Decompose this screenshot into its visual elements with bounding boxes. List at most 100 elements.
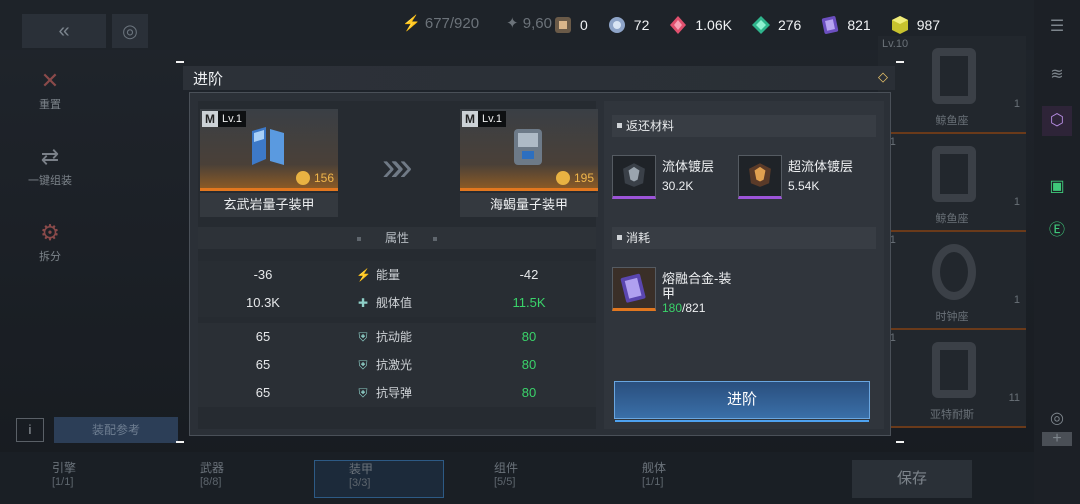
resource-crystal-value: 72: [633, 17, 650, 33]
attribute-current: -36: [253, 267, 273, 282]
menu-icon[interactable]: ☰: [1042, 12, 1072, 42]
section-marker: [617, 123, 622, 128]
current-item-card: 156 M Lv.1 玄武岩量子装甲: [200, 109, 338, 219]
resource-bar: 0 72 1.06K 276 821 987: [552, 10, 958, 40]
attribute-row: 65 ⛨ 抗导弹 80: [198, 379, 596, 407]
assembly-reference-button[interactable]: 装配参考: [54, 417, 178, 443]
attribute-new: 80: [521, 329, 537, 344]
attributes-header-label: 属性: [384, 231, 409, 245]
reset-label: 重置: [39, 99, 61, 111]
power-coin-icon: [555, 171, 570, 185]
corner-mark: [896, 441, 904, 443]
cost-material-item[interactable]: 熔融合金-装甲 180/821: [612, 267, 752, 315]
material-amount: 30.2K: [662, 179, 694, 193]
header-dot: [356, 236, 361, 241]
material-name: 超流体镀层: [788, 159, 854, 174]
level-badge: Lv.1: [218, 111, 246, 127]
hex-icon[interactable]: ⬡: [1042, 106, 1072, 136]
green-badge-icon[interactable]: ▣: [1042, 172, 1072, 202]
rarity-badge: M: [202, 111, 218, 127]
resource-crystal: 72: [606, 14, 650, 36]
materials-panel: 返还材料 流体镀层 30.2K 超流体镀层 5.54K 消耗 熔融合金-装甲 1…: [604, 101, 884, 429]
attributes-header: 属性: [198, 227, 596, 249]
cost-title: 消耗: [626, 231, 651, 245]
return-material-item[interactable]: 超流体镀层 5.54K: [738, 155, 862, 203]
return-materials-title: 返还材料: [626, 119, 675, 133]
laser-resist-icon: ⛨: [358, 358, 368, 372]
help-icon[interactable]: ◇: [875, 69, 891, 85]
attribute-name-text: 舰体值: [376, 296, 413, 310]
tab-component-count: [5/5]: [494, 476, 516, 488]
attribute-name: ⛨ 抗导弹: [356, 379, 466, 407]
inventory-card[interactable]: v.1 11 亚特耐斯: [878, 330, 1026, 428]
attribute-current: 65: [255, 329, 271, 344]
attribute-current: 10.3K: [246, 295, 280, 310]
comparison-panel: 156 M Lv.1 玄武岩量子装甲 »» 195 M Lv.1 海蝎量子装甲 …: [198, 101, 598, 429]
purple-book-icon: [822, 16, 839, 34]
attribute-new: 80: [521, 385, 537, 400]
tab-engine[interactable]: 引擎 [1/1]: [28, 460, 148, 498]
attribute-row: 10.3K ✚ 舰体值 11.5K: [198, 289, 596, 317]
hull-stat-value: 9,60: [522, 15, 552, 32]
auto-assemble-button[interactable]: ⇄ 一键组装: [20, 142, 80, 218]
add-icon[interactable]: +: [1042, 431, 1072, 447]
attribute-current: 65: [255, 385, 271, 400]
resource-green-gem-value: 276: [777, 17, 802, 33]
return-material-item[interactable]: 流体镀层 30.2K: [612, 155, 736, 203]
target-item-points-value: 195: [573, 171, 594, 185]
attribute-new: -42: [519, 267, 539, 282]
layers-icon[interactable]: ≋: [1042, 60, 1072, 90]
header-dot: [433, 236, 437, 241]
save-button[interactable]: 保存: [852, 460, 972, 498]
tab-weapon[interactable]: 武器 [8/8]: [176, 460, 296, 498]
current-item-name: 玄武岩量子装甲: [200, 193, 338, 217]
fluid-coating-icon: [612, 155, 656, 199]
right-rail: ☰ ≋ ⬡ ▣ Ⓔ ◎ +: [1034, 0, 1080, 504]
inventory-card[interactable]: v.1 1 鲸鱼座: [878, 134, 1026, 232]
tab-engine-label: 引擎: [52, 461, 77, 475]
info-button[interactable]: i: [16, 418, 44, 442]
tab-weapon-count: [8/8]: [200, 476, 222, 488]
attribute-name: ⛨ 抗激光: [356, 351, 466, 379]
attribute-name: ⛨ 抗动能: [356, 323, 466, 351]
missile-resist-icon: ⛨: [358, 386, 368, 400]
armor-plate-icon: [252, 127, 284, 165]
card-count: 1: [1013, 196, 1020, 208]
energy-icon: ⚡: [356, 268, 371, 282]
reset-button[interactable]: ✕ 重置: [20, 66, 80, 142]
resource-green-gem: 276: [750, 14, 801, 36]
material-name: 熔融合金-装甲: [662, 271, 732, 301]
target-item-name: 海蝎量子装甲: [460, 193, 598, 217]
inventory-card[interactable]: Lv.10 1 鲸鱼座: [878, 36, 1026, 134]
current-item-points: 156: [295, 171, 334, 185]
dismantle-label: 拆分: [39, 251, 61, 263]
inventory-card[interactable]: v.1 1 时钟座: [878, 232, 1026, 330]
card-name: 时钟座: [935, 311, 969, 323]
target-item-card: 195 M Lv.1 海蝎量子装甲: [460, 109, 598, 219]
back-button[interactable]: «: [22, 14, 106, 48]
corner-mark: [896, 61, 904, 63]
corner-mark: [176, 441, 184, 443]
material-owned: 180: [662, 301, 683, 315]
target-item-points: 195: [555, 171, 594, 185]
tab-hull[interactable]: 舰体 [1/1]: [618, 460, 738, 498]
auto-assemble-label: 一键组装: [28, 175, 72, 187]
tab-component[interactable]: 组件 [5/5]: [470, 460, 590, 498]
advance-confirm-button[interactable]: 进阶: [614, 381, 870, 422]
e-badge-icon[interactable]: Ⓔ: [1042, 216, 1072, 246]
dismantle-button[interactable]: ⚙ 拆分: [20, 218, 80, 294]
tab-engine-count: [1/1]: [52, 476, 74, 488]
armor-thumb-icon: [932, 146, 976, 202]
armor-thumb-icon: [932, 342, 976, 398]
level-badge: Lv.1: [478, 111, 506, 127]
resource-red-gem-value: 1.06K: [695, 17, 732, 33]
dismantle-icon: ⚙: [40, 220, 60, 245]
yellow-cube-icon: [891, 16, 908, 34]
attribute-name: ⚡ 能量: [356, 261, 466, 289]
card-count: 11: [1008, 392, 1020, 404]
section-marker: [617, 235, 622, 240]
return-materials-header: 返还材料: [612, 115, 876, 137]
home-button[interactable]: ◎: [112, 14, 148, 48]
attribute-name-text: 抗激光: [376, 358, 413, 372]
tab-armor[interactable]: 装甲 [3/3]: [314, 460, 444, 498]
